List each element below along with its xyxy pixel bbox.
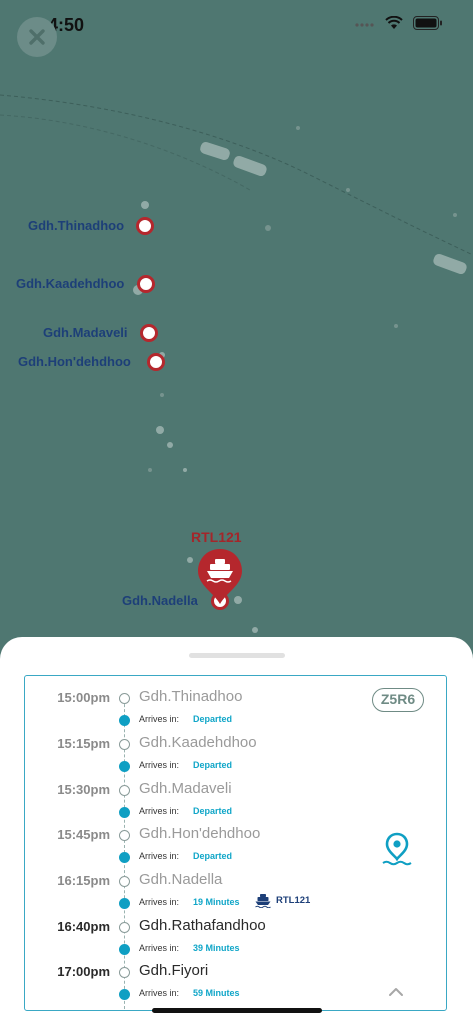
- stop-name: Gdh.Thinadhoo: [139, 688, 243, 705]
- arrival-dot: [119, 761, 130, 772]
- schedule-sheet[interactable]: Z5R6 15:00pm Gdh.Thinadhoo Arrives in: D…: [0, 637, 473, 1024]
- ferry-icon: [255, 894, 271, 908]
- status-icons: [355, 16, 443, 30]
- stop-name: Gdh.Hon'dehdhoo: [139, 825, 261, 842]
- stop-time: 16:40pm: [57, 919, 110, 934]
- arrival-dot: [119, 989, 130, 1000]
- home-indicator[interactable]: [152, 1008, 322, 1013]
- stop-marker-hondehdhoo: [147, 353, 165, 371]
- stop-time: 17:00pm: [57, 964, 110, 979]
- arrival-status: Departed: [193, 806, 233, 816]
- arrives-label: Arrives in:: [139, 714, 180, 724]
- stop-dot: [119, 830, 130, 841]
- arrives-label: Arrives in:: [139, 760, 180, 770]
- schedule-row[interactable]: 15:00pm Gdh.Thinadhoo Arrives in: Depart…: [25, 688, 446, 736]
- schedule-card: Z5R6 15:00pm Gdh.Thinadhoo Arrives in: D…: [24, 675, 447, 1011]
- stop-name: Gdh.Kaadehdhoo: [139, 734, 257, 751]
- map-vessel-label: RTL121: [191, 529, 242, 545]
- route-map[interactable]: Gdh.Thinadhoo Gdh.Kaadehdhoo Gdh.Madavel…: [0, 0, 473, 680]
- schedule-row[interactable]: 15:15pm Gdh.Kaadehdhoo Arrives in: Depar…: [25, 734, 446, 782]
- stop-time: 16:15pm: [57, 873, 110, 888]
- stop-name: Gdh.Fiyori: [139, 962, 209, 979]
- stop-time: 15:30pm: [57, 782, 110, 797]
- close-button[interactable]: [17, 17, 57, 57]
- arrival-dot: [119, 807, 130, 818]
- arrival-status: Departed: [193, 851, 233, 861]
- vessel-name: RTL121: [276, 895, 311, 906]
- arrival-dot: [119, 944, 130, 955]
- map-label-nadella: Gdh.Nadella: [122, 593, 198, 608]
- wifi-icon: [385, 16, 403, 29]
- stop-dot: [119, 876, 130, 887]
- stop-name: Gdh.Madaveli: [139, 780, 232, 797]
- arrival-status: Departed: [193, 760, 233, 770]
- stop-dot: [119, 967, 130, 978]
- map-label-kaadehdhoo: Gdh.Kaadehdhoo: [16, 276, 125, 291]
- stop-name: Gdh.Nadella: [139, 871, 223, 888]
- location-pin-icon: [382, 832, 412, 866]
- locate-vessel-button[interactable]: [382, 832, 412, 866]
- arrives-label: Arrives in:: [139, 851, 180, 861]
- map-label-thinadhoo: Gdh.Thinadhoo: [28, 218, 125, 233]
- arrival-status: 39 Minutes: [193, 943, 240, 953]
- map-decor: [0, 94, 473, 633]
- arrives-label: Arrives in:: [139, 897, 180, 907]
- close-icon: [29, 29, 45, 45]
- collapse-button[interactable]: [388, 985, 404, 997]
- schedule-row[interactable]: 17:00pm Gdh.Fiyori Arrives in: 59 Minute…: [25, 962, 446, 1010]
- stop-time: 15:00pm: [57, 690, 110, 705]
- arrives-label: Arrives in:: [139, 806, 180, 816]
- map-label-hondehdhoo: Gdh.Hon'dehdhoo: [18, 354, 131, 369]
- schedule-row[interactable]: 16:40pm Gdh.Rathafandhoo Arrives in: 39 …: [25, 917, 446, 965]
- stop-time: 15:15pm: [57, 736, 110, 751]
- vessel-pin-icon[interactable]: [198, 549, 242, 604]
- current-vessel-tag[interactable]: RTL121: [255, 893, 310, 908]
- stop-name: Gdh.Rathafandhoo: [139, 917, 266, 934]
- arrival-status: 19 Minutes: [193, 897, 240, 907]
- stop-dot: [119, 739, 130, 750]
- arrival-dot: [119, 715, 130, 726]
- arrives-label: Arrives in:: [139, 943, 180, 953]
- stop-marker-madaveli: [140, 324, 158, 342]
- signal-icon: [355, 23, 374, 27]
- schedule-row[interactable]: 15:30pm Gdh.Madaveli Arrives in: Departe…: [25, 780, 446, 828]
- map-label-madaveli: Gdh.Madaveli: [43, 325, 128, 340]
- chevron-up-icon: [389, 988, 403, 996]
- arrival-dot: [119, 852, 130, 863]
- arrival-status: 59 Minutes: [193, 988, 240, 998]
- arrival-dot: [119, 898, 130, 909]
- schedule-row[interactable]: 16:15pm Gdh.Nadella Arrives in: 19 Minut…: [25, 871, 446, 919]
- arrives-label: Arrives in:: [139, 988, 180, 998]
- stop-dot: [119, 785, 130, 796]
- stop-dot: [119, 922, 130, 933]
- stop-time: 15:45pm: [57, 827, 110, 842]
- sheet-handle[interactable]: [189, 653, 285, 658]
- stop-marker-kaadehdhoo: [137, 275, 155, 293]
- arrival-status: Departed: [193, 714, 233, 724]
- stop-dot: [119, 693, 130, 704]
- stop-marker-thinadhoo: [136, 217, 154, 235]
- battery-icon: [413, 16, 442, 30]
- status-bar: 4:50: [0, 0, 473, 56]
